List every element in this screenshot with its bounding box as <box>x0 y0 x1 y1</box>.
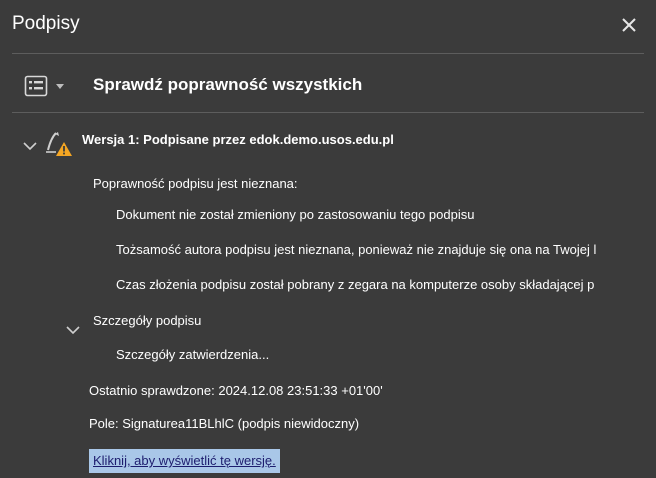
list-options-icon <box>24 75 48 97</box>
close-icon <box>622 18 636 32</box>
detail-unmodified: Dokument nie został zmieniony po zastoso… <box>116 207 475 222</box>
toolbar-divider <box>12 112 644 113</box>
last-checked-text: Ostatnio sprawdzone: 2024.12.08 23:51:33… <box>89 383 383 398</box>
signatures-panel: Podpisy Sprawdź poprawność wszystkich We… <box>0 0 656 478</box>
signature-field-text: Pole: Signaturea11BLhlC (podpis niewidoc… <box>89 416 360 431</box>
panel-header: Podpisy <box>0 0 656 52</box>
validate-all-button[interactable]: Sprawdź poprawność wszystkich <box>93 75 362 95</box>
close-button[interactable] <box>612 8 646 42</box>
panel-title: Podpisy <box>12 13 80 34</box>
chevron-down-icon <box>23 142 37 151</box>
chevron-down-icon[interactable] <box>65 325 81 335</box>
signature-version-label: Wersja 1: Podpisane przez edok.demo.usos… <box>82 132 394 147</box>
header-divider <box>12 53 644 54</box>
panel-toolbar: Sprawdź poprawność wszystkich <box>0 56 656 112</box>
detail-identity-unknown: Tożsamość autora podpisu jest nieznana, … <box>116 242 597 257</box>
view-version-link[interactable]: Kliknij, aby wyświetlić tę wersję. <box>89 449 280 473</box>
detail-signing-time: Czas złożenia podpisu został pobrany z z… <box>116 277 595 292</box>
validity-status-text: Poprawność podpisu jest nieznana: <box>93 176 298 191</box>
signature-version-row[interactable]: Wersja 1: Podpisane przez edok.demo.usos… <box>0 124 656 160</box>
caret-down-icon <box>56 84 64 89</box>
signature-details-toggle[interactable]: Szczegóły podpisu <box>93 313 201 328</box>
options-menu-button[interactable] <box>24 74 80 98</box>
approval-details-link[interactable]: Szczegóły zatwierdzenia... <box>116 347 269 362</box>
warning-icon <box>56 142 72 156</box>
